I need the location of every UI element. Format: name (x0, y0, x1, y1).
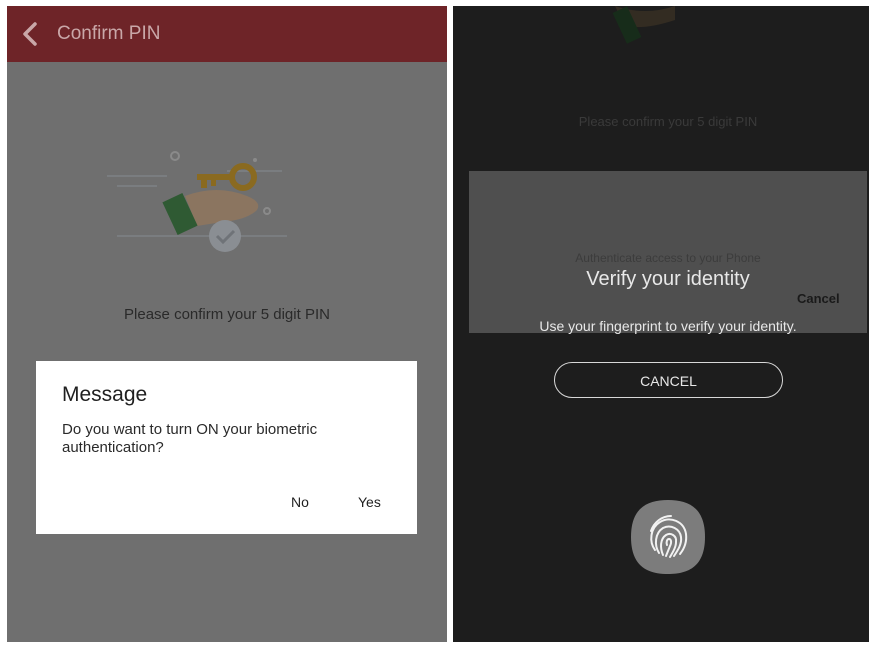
key-in-hand-icon (605, 6, 695, 48)
fingerprint-icon[interactable] (629, 498, 707, 576)
pin-instruction: Please confirm your 5 digit PIN (578, 114, 758, 129)
sheet-cancel-link[interactable]: Cancel (797, 291, 840, 306)
confirm-pin-screen: Confirm PIN Please confirm your 5 digit … (7, 6, 447, 642)
chevron-left-icon[interactable] (17, 19, 43, 49)
auth-subtitle: Authenticate access to your Phone (575, 251, 761, 265)
biometric-dialog: Message Do you want to turn ON your biom… (36, 361, 417, 534)
fingerprint-message: Use your fingerprint to verify your iden… (539, 318, 797, 334)
app-header: Confirm PIN (7, 6, 447, 62)
pin-instruction: Please confirm your 5 digit PIN (124, 306, 330, 323)
page-title: Confirm PIN (57, 23, 161, 44)
no-button[interactable]: No (291, 494, 309, 510)
auth-sheet: Authenticate access to your Phone (469, 171, 867, 333)
yes-button[interactable]: Yes (358, 494, 381, 510)
verify-title: Verify your identity (586, 268, 750, 290)
key-in-hand-icon (97, 136, 297, 261)
fingerprint-screen: Please confirm your 5 digit PIN Authenti… (453, 6, 869, 642)
cancel-button[interactable]: CANCEL (554, 362, 783, 398)
dialog-message: Do you want to turn ON your biometric au… (62, 421, 318, 456)
dialog-title: Message (62, 383, 148, 406)
